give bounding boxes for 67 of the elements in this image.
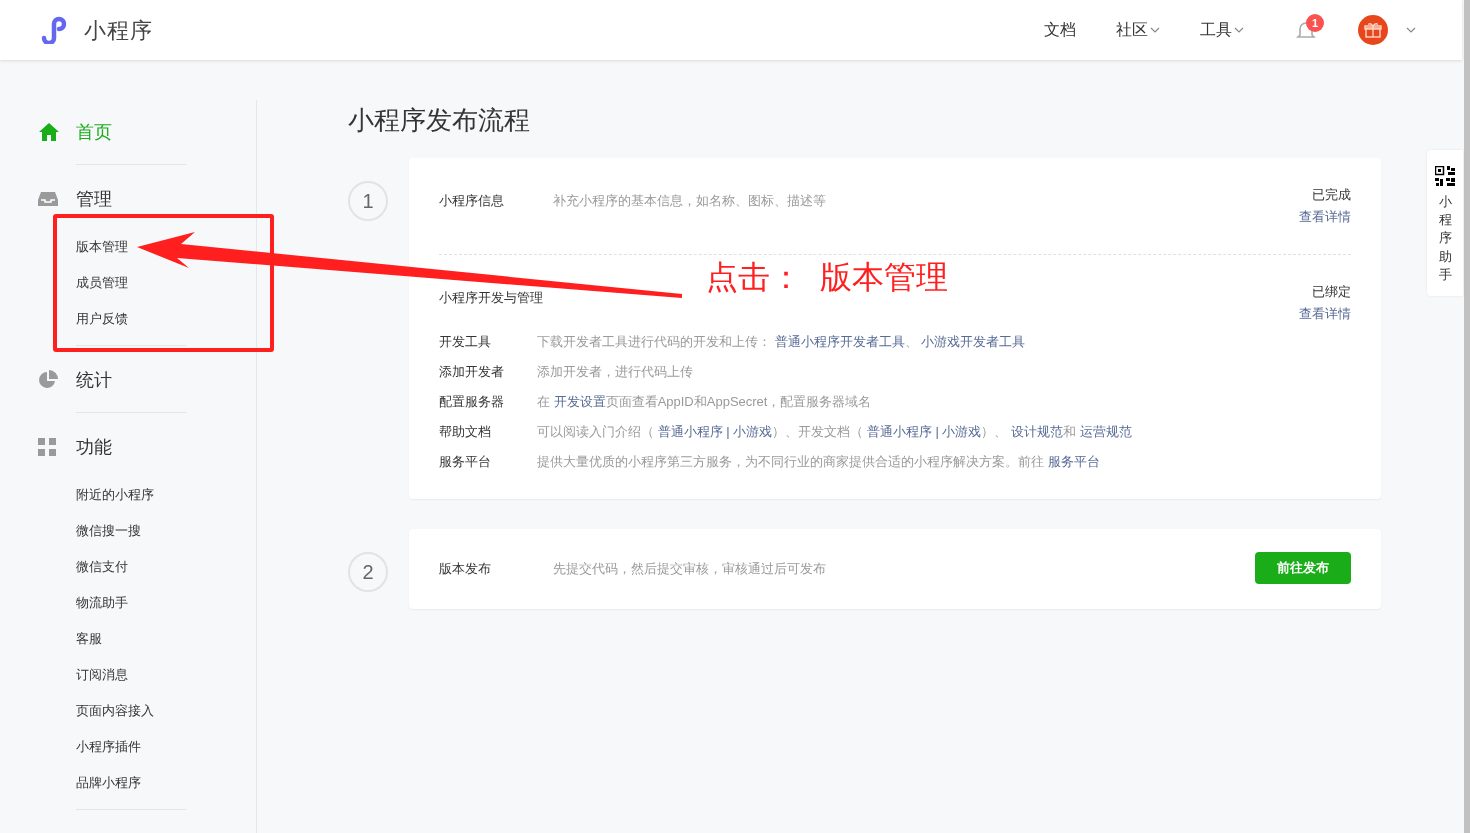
- sidebar-item[interactable]: 成员管理: [76, 273, 128, 293]
- link[interactable]: 普通小程序: [657, 424, 723, 440]
- link[interactable]: 设计规范: [1011, 424, 1064, 440]
- section-title: 小程序信息: [439, 192, 505, 211]
- sidebar-item[interactable]: 物流助手: [76, 593, 128, 613]
- assistant-panel[interactable]: 小程序助手: [1427, 150, 1463, 296]
- assistant-label: 小程序助手: [1438, 193, 1452, 284]
- link[interactable]: 小游戏: [942, 424, 982, 440]
- row-description: 添加开发者，进行代码上传: [537, 363, 693, 382]
- grid-icon: [38, 438, 56, 456]
- qr-code-icon: [1434, 166, 1456, 187]
- step-number: 1: [348, 181, 388, 221]
- sidebar-item[interactable]: 版本管理: [76, 237, 128, 257]
- sidebar-heading[interactable]: 功能: [38, 435, 256, 459]
- pie-chart-icon: [38, 370, 58, 390]
- row-description: 提供大量优质的小程序第三方服务，为不同行业的商家提供合适的小程序解决方案。前往 服务平台: [537, 453, 1100, 472]
- details-link[interactable]: 查看详情: [1299, 303, 1351, 325]
- bell-icon[interactable]: [1296, 20, 1316, 40]
- link[interactable]: 小游戏开发者工具: [921, 334, 1026, 350]
- status-text: 已完成: [1312, 186, 1351, 204]
- link[interactable]: 运营规范: [1079, 424, 1132, 440]
- sidebar-item[interactable]: 附近的小程序: [76, 485, 154, 505]
- sidebar-item[interactable]: 订阅消息: [76, 665, 128, 685]
- tray-icon: [38, 191, 58, 207]
- status-text: 已绑定: [1312, 283, 1351, 301]
- row-description: 下载开发者工具进行代码的开发和上传： 普通小程序开发者工具、 小游戏开发者工具: [537, 333, 1026, 352]
- row-description: 可以阅读入门介绍（ 普通小程序 | 小游戏）、开发文档（ 普通小程序 | 小游戏）、 设计规范和 运营规范: [537, 423, 1132, 442]
- sidebar-item[interactable]: 微信支付: [76, 557, 128, 577]
- link[interactable]: 服务平台: [1047, 454, 1100, 470]
- nav-link[interactable]: 文档: [1044, 18, 1076, 42]
- sidebar-item[interactable]: 小程序插件: [76, 737, 141, 757]
- row-label: 服务平台: [439, 453, 492, 472]
- chevron-down-icon: [1406, 27, 1416, 33]
- annotation-text: 点击： 版本管理: [706, 258, 948, 297]
- details-link[interactable]: 查看详情: [1299, 206, 1351, 228]
- sidebar-item[interactable]: 用户反馈: [76, 309, 128, 329]
- home-icon: [38, 122, 60, 142]
- section-title: 版本发布: [439, 560, 492, 579]
- sidebar-item[interactable]: 品牌小程序: [76, 773, 141, 793]
- sidebar-item[interactable]: 页面内容接入: [76, 701, 154, 721]
- nav-link[interactable]: 社区: [1116, 18, 1160, 42]
- section-description: 补充小程序的基本信息，如名称、图标、描述等: [553, 192, 826, 211]
- page-title: 小程序发布流程: [348, 104, 531, 137]
- section-title: 小程序开发与管理: [439, 289, 544, 308]
- chevron-down-icon: [1234, 27, 1244, 33]
- link[interactable]: 普通小程序开发者工具: [774, 334, 905, 350]
- sidebar-heading[interactable]: 管理: [38, 187, 256, 211]
- link[interactable]: 开发设置: [553, 394, 606, 410]
- link[interactable]: 小游戏: [733, 424, 773, 440]
- gift-icon: [1364, 22, 1382, 38]
- chevron-down-icon: [1150, 27, 1160, 33]
- link[interactable]: 普通小程序: [866, 424, 932, 440]
- nav-link[interactable]: 工具: [1200, 18, 1244, 42]
- sidebar-item[interactable]: 客服: [76, 629, 102, 649]
- logo-text: 小程序: [84, 16, 154, 45]
- row-label: 帮助文档: [439, 423, 492, 442]
- avatar[interactable]: [1358, 15, 1388, 45]
- row-description: 在 开发设置页面查看AppID和AppSecret，配置服务器域名: [537, 393, 872, 412]
- scrollbar[interactable]: [1464, 0, 1470, 833]
- step-number: 2: [348, 552, 388, 592]
- section-description: 先提交代码，然后提交审核，审核通过后可发布: [553, 560, 826, 579]
- sidebar-item[interactable]: 微信搜一搜: [76, 521, 141, 541]
- row-label: 配置服务器: [439, 393, 505, 412]
- row-label: 添加开发者: [439, 363, 505, 382]
- notification-badge: 1: [1306, 14, 1324, 32]
- sidebar-heading[interactable]: 统计: [38, 368, 256, 392]
- row-label: 开发工具: [439, 333, 492, 352]
